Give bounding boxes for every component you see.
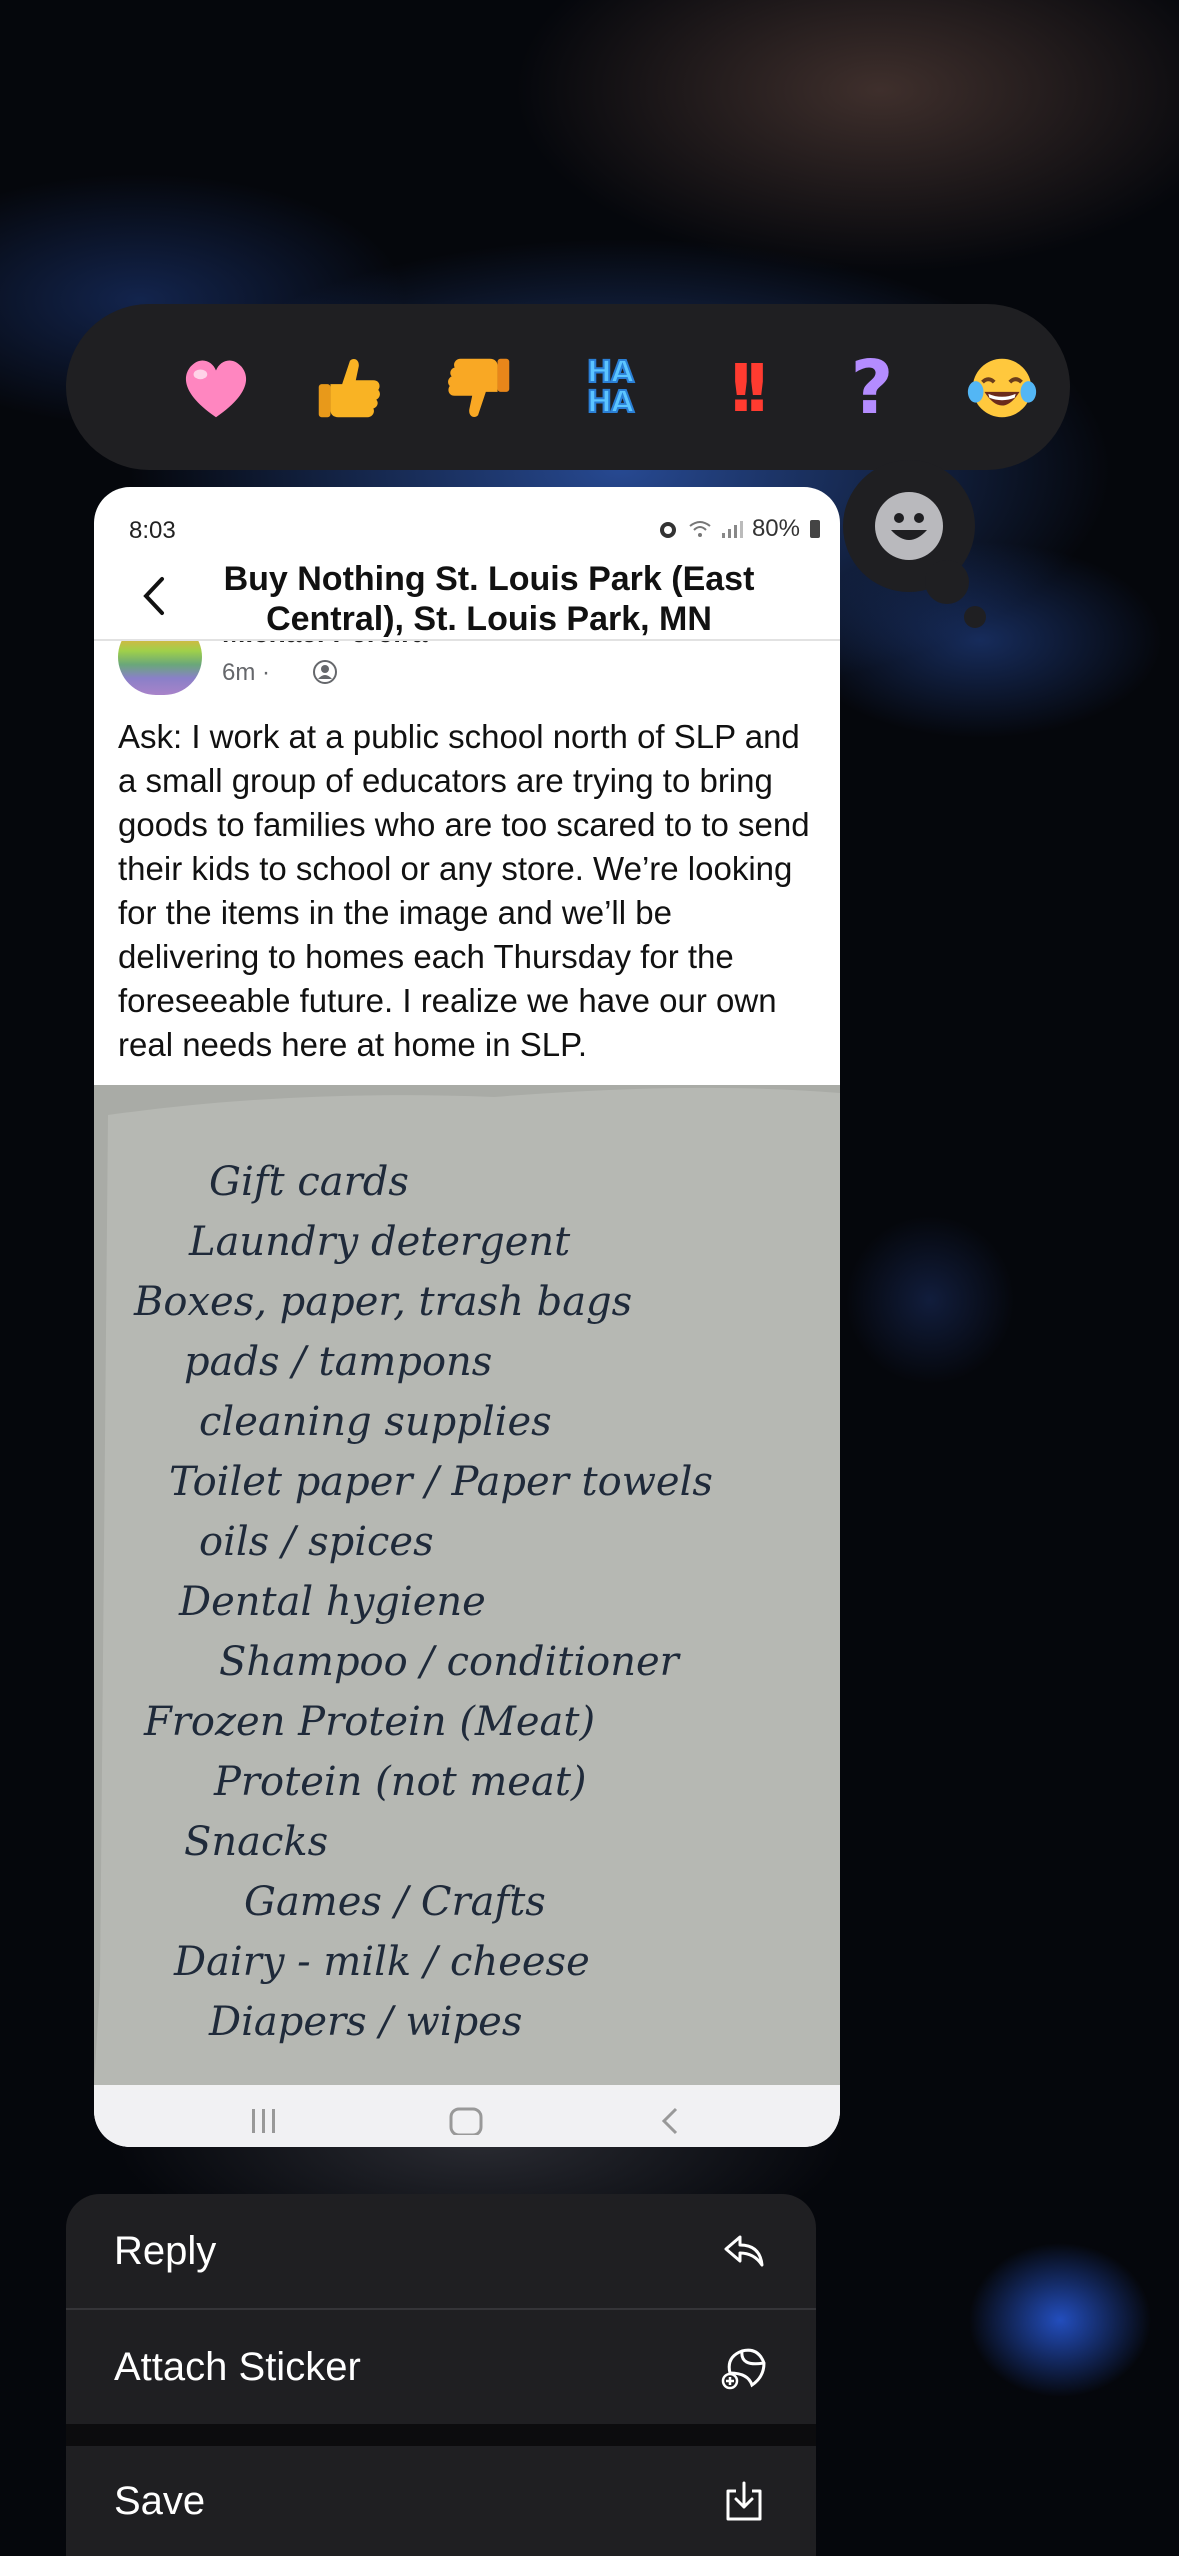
home-icon bbox=[449, 2107, 483, 2135]
bubble-tail-dot-small bbox=[964, 606, 986, 628]
heart-reaction[interactable] bbox=[168, 340, 264, 436]
handwritten-list-item: Dairy - milk / cheese bbox=[173, 1939, 590, 1985]
attach-sticker-label: Attach Sticker bbox=[114, 2344, 361, 2389]
handwritten-list-item: Dental hygiene bbox=[178, 1579, 486, 1625]
post-timestamp: 6m · bbox=[222, 659, 270, 686]
haha-reaction[interactable]: HA HA bbox=[562, 340, 658, 436]
handwritten-list-item: Snacks bbox=[184, 1819, 328, 1865]
question-icon: ? bbox=[850, 345, 894, 431]
handwritten-list-item: Gift cards bbox=[209, 1159, 409, 1205]
group-audience-icon bbox=[313, 660, 337, 684]
save-label: Save bbox=[114, 2478, 206, 2523]
download-icon bbox=[726, 2481, 762, 2521]
group-title: Buy Nothing St. Louis Park (East Central… bbox=[223, 560, 755, 638]
menu-section-gap bbox=[66, 2424, 816, 2446]
group-header: Buy Nothing St. Louis Park (East Central… bbox=[94, 549, 840, 641]
back-arrow-icon[interactable] bbox=[134, 571, 174, 621]
exclamation-icon: !! bbox=[725, 349, 772, 427]
handwritten-list-item: oils / spices bbox=[199, 1519, 434, 1565]
sticker-icon bbox=[721, 2348, 766, 2390]
alarm-icon bbox=[659, 522, 676, 538]
message-screenshot-card[interactable]: 8:03 80% Michael Pereira 6m · bbox=[94, 487, 840, 2147]
android-nav-bar bbox=[94, 2085, 840, 2147]
heart-icon bbox=[185, 360, 247, 418]
recent-apps-icon bbox=[252, 2109, 275, 2133]
thumbs-down-icon bbox=[448, 358, 510, 418]
status-time: 8:03 bbox=[129, 517, 176, 544]
handwritten-list-item: Diapers / wipes bbox=[208, 1999, 522, 2045]
haha-top-text: HA bbox=[586, 355, 635, 390]
wifi-icon bbox=[689, 521, 711, 537]
tears-of-joy-icon bbox=[967, 358, 1037, 418]
thumbs-up-reaction[interactable] bbox=[300, 340, 396, 436]
laughing-reaction[interactable] bbox=[954, 340, 1050, 436]
handwritten-list-item: Protein (not meat) bbox=[213, 1759, 587, 1805]
exclamation-reaction[interactable]: !! bbox=[694, 340, 790, 436]
handwritten-list-item: cleaning supplies bbox=[199, 1399, 552, 1445]
handwritten-list-image[interactable]: Gift cards Laundry detergent Boxes, paper,… bbox=[94, 1085, 840, 2085]
handwritten-list-item: Boxes, paper, trash bags bbox=[133, 1279, 632, 1325]
reply-menu-item[interactable]: Reply bbox=[66, 2194, 816, 2308]
battery-percent: 80% bbox=[751, 515, 800, 542]
smiley-add-icon bbox=[875, 492, 943, 560]
message-context-menu: Reply Attach Sticker Save bbox=[66, 2194, 816, 2556]
thumbs-up-icon bbox=[318, 358, 380, 418]
nav-back-icon bbox=[661, 2107, 678, 2135]
battery-icon bbox=[810, 520, 820, 538]
handwritten-list-item: Games / Crafts bbox=[244, 1879, 546, 1925]
signal-icon bbox=[721, 521, 743, 538]
bubble-tail-dot bbox=[925, 560, 969, 604]
attach-sticker-menu-item[interactable]: Attach Sticker bbox=[66, 2310, 816, 2424]
status-bar: 8:03 80% bbox=[94, 487, 840, 549]
handwritten-list-item: Toilet paper / Paper towels bbox=[169, 1459, 713, 1505]
reply-label: Reply bbox=[114, 2228, 217, 2273]
save-menu-item[interactable]: Save bbox=[66, 2446, 816, 2556]
reply-icon bbox=[724, 2235, 764, 2267]
handwritten-list-item: Laundry detergent bbox=[188, 1219, 571, 1265]
haha-bottom-text: HA bbox=[586, 385, 635, 420]
handwritten-list-item: Shampoo / conditioner bbox=[219, 1639, 682, 1685]
reaction-bar: HA HA !! ? bbox=[66, 304, 1070, 470]
thumbs-down-reaction[interactable] bbox=[432, 340, 528, 436]
handwritten-list-item: Frozen Protein (Meat) bbox=[143, 1699, 595, 1745]
handwritten-list-item: pads / tampons bbox=[184, 1339, 492, 1385]
post-body-text: Ask: I work at a public school north of … bbox=[118, 718, 810, 1063]
question-reaction[interactable]: ? bbox=[824, 340, 920, 436]
